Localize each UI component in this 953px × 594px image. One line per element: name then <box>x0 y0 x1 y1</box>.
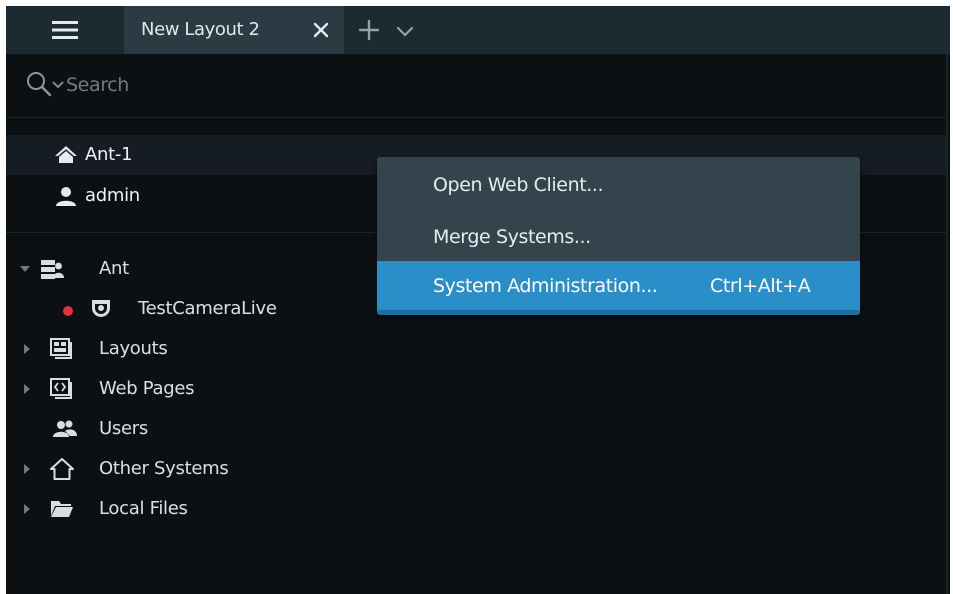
menu-item-shortcut: Ctrl+Alt+A <box>710 275 811 297</box>
recording-status-icon <box>63 306 73 316</box>
tab-new-layout-2[interactable]: New Layout 2 <box>124 6 344 54</box>
search-input[interactable] <box>66 70 466 100</box>
tree-item-label: Web Pages <box>99 378 195 399</box>
users-icon <box>53 420 77 437</box>
menu-item-merge-systems[interactable]: Merge Systems... <box>377 212 860 264</box>
tree-item-label: Users <box>99 418 148 439</box>
tree-item-web-pages[interactable]: Web Pages <box>6 369 946 409</box>
camera-icon <box>92 300 110 317</box>
client-window: New Layout 2 Ant-1 <box>6 6 950 594</box>
collapsed-arrow-icon[interactable] <box>21 383 33 395</box>
close-icon[interactable] <box>311 20 331 40</box>
layouts-icon <box>50 338 72 359</box>
tree-item-label: Other Systems <box>99 458 229 479</box>
server-icon <box>41 260 64 279</box>
collapsed-arrow-icon[interactable] <box>21 463 33 475</box>
plus-icon[interactable] <box>358 19 380 41</box>
expanded-arrow-icon[interactable] <box>19 263 31 275</box>
divider <box>6 117 946 118</box>
tree-item-label: Ant-1 <box>85 144 133 165</box>
collapsed-arrow-icon[interactable] <box>21 503 33 515</box>
search-bar <box>6 54 950 116</box>
other-systems-icon <box>50 458 74 480</box>
user-icon <box>56 187 76 206</box>
menu-item-label: System Administration... <box>433 275 658 297</box>
folder-icon <box>51 501 73 517</box>
tree-item-layouts[interactable]: Layouts <box>6 329 946 369</box>
menu-item-open-web-client[interactable]: Open Web Client... <box>377 160 860 212</box>
tree-item-label: admin <box>85 185 140 206</box>
tree-item-local-files[interactable]: Local Files <box>6 489 946 529</box>
hamburger-menu-icon <box>52 21 78 39</box>
menu-bottom-edge <box>377 310 860 315</box>
chevron-down-icon[interactable] <box>395 21 415 41</box>
menu-item-label: Open Web Client... <box>433 174 604 196</box>
tree-item-label: TestCameraLive <box>138 298 277 319</box>
title-bar: New Layout 2 <box>6 6 950 54</box>
tree-item-other-systems[interactable]: Other Systems <box>6 449 946 489</box>
tree-item-label: Ant <box>99 258 129 279</box>
panel-border <box>946 54 948 594</box>
tree-item-users[interactable]: Users <box>6 409 946 449</box>
menu-item-label: Merge Systems... <box>433 226 591 248</box>
search-icon[interactable] <box>26 71 52 97</box>
menu-item-system-administration[interactable]: System Administration... Ctrl+Alt+A <box>377 261 860 313</box>
home-icon <box>55 146 77 163</box>
main-menu-button[interactable] <box>6 6 124 54</box>
collapsed-arrow-icon[interactable] <box>21 343 33 355</box>
tree-item-label: Local Files <box>99 498 188 519</box>
web-pages-icon <box>50 378 72 399</box>
tree-item-label: Layouts <box>99 338 168 359</box>
context-menu: Open Web Client... Merge Systems... Syst… <box>377 157 860 315</box>
chevron-down-icon[interactable] <box>52 81 64 89</box>
tab-label: New Layout 2 <box>141 19 260 40</box>
